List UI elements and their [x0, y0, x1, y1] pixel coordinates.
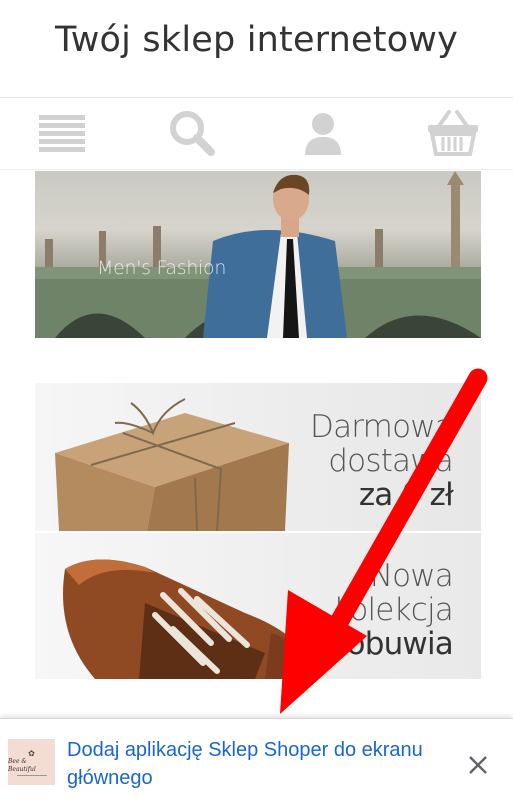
banner-mens-fashion[interactable]: Men's Fashion [35, 171, 481, 338]
promo-line-1: Darmowa [310, 409, 454, 445]
app-icon-brand: Bee & Beautiful [8, 757, 36, 773]
free-delivery-text: Darmowa dostawa za 0 zł [310, 409, 454, 513]
promo-line-2: dostawa [328, 443, 454, 479]
app-icon: ✿ Bee & Beautiful [8, 739, 55, 785]
menu-button[interactable] [33, 106, 91, 160]
search-button[interactable] [163, 106, 221, 160]
add-to-home-screen-link[interactable]: Dodaj aplikację Sklep Shoper do ekranu g… [67, 736, 447, 792]
cart-icon [428, 110, 478, 156]
shoe-collection-text: Nowa kolekcja obuwia [333, 558, 454, 662]
promo-line-3: obuwia [346, 626, 454, 662]
close-icon [469, 756, 487, 774]
promo-line-3: za 0 zł [358, 477, 454, 513]
banner-free-delivery[interactable]: Darmowa dostawa za 0 zł [35, 383, 481, 531]
search-icon [170, 111, 215, 156]
banner-label: Men's Fashion [97, 257, 227, 279]
user-icon [305, 113, 341, 155]
menu-icon [39, 115, 85, 152]
add-to-home-screen-banner[interactable]: ✿ Bee & Beautiful Dodaj aplikację Sklep … [0, 718, 513, 799]
page-title: Twój sklep internetowy [54, 19, 459, 60]
banner-shoe-collection[interactable]: Nowa kolekcja obuwia [35, 533, 481, 679]
mens-fashion-photo [35, 171, 481, 338]
account-button[interactable] [294, 106, 352, 160]
promo-line-2: kolekcja [333, 592, 454, 628]
site-header: Twój sklep internetowy [0, 0, 513, 98]
toolbar [0, 98, 513, 170]
parcel-image [55, 398, 289, 531]
shoe-image [63, 559, 304, 679]
promo-line-1: Nowa [369, 558, 454, 594]
cart-button[interactable] [424, 106, 482, 160]
close-button[interactable] [458, 745, 498, 785]
